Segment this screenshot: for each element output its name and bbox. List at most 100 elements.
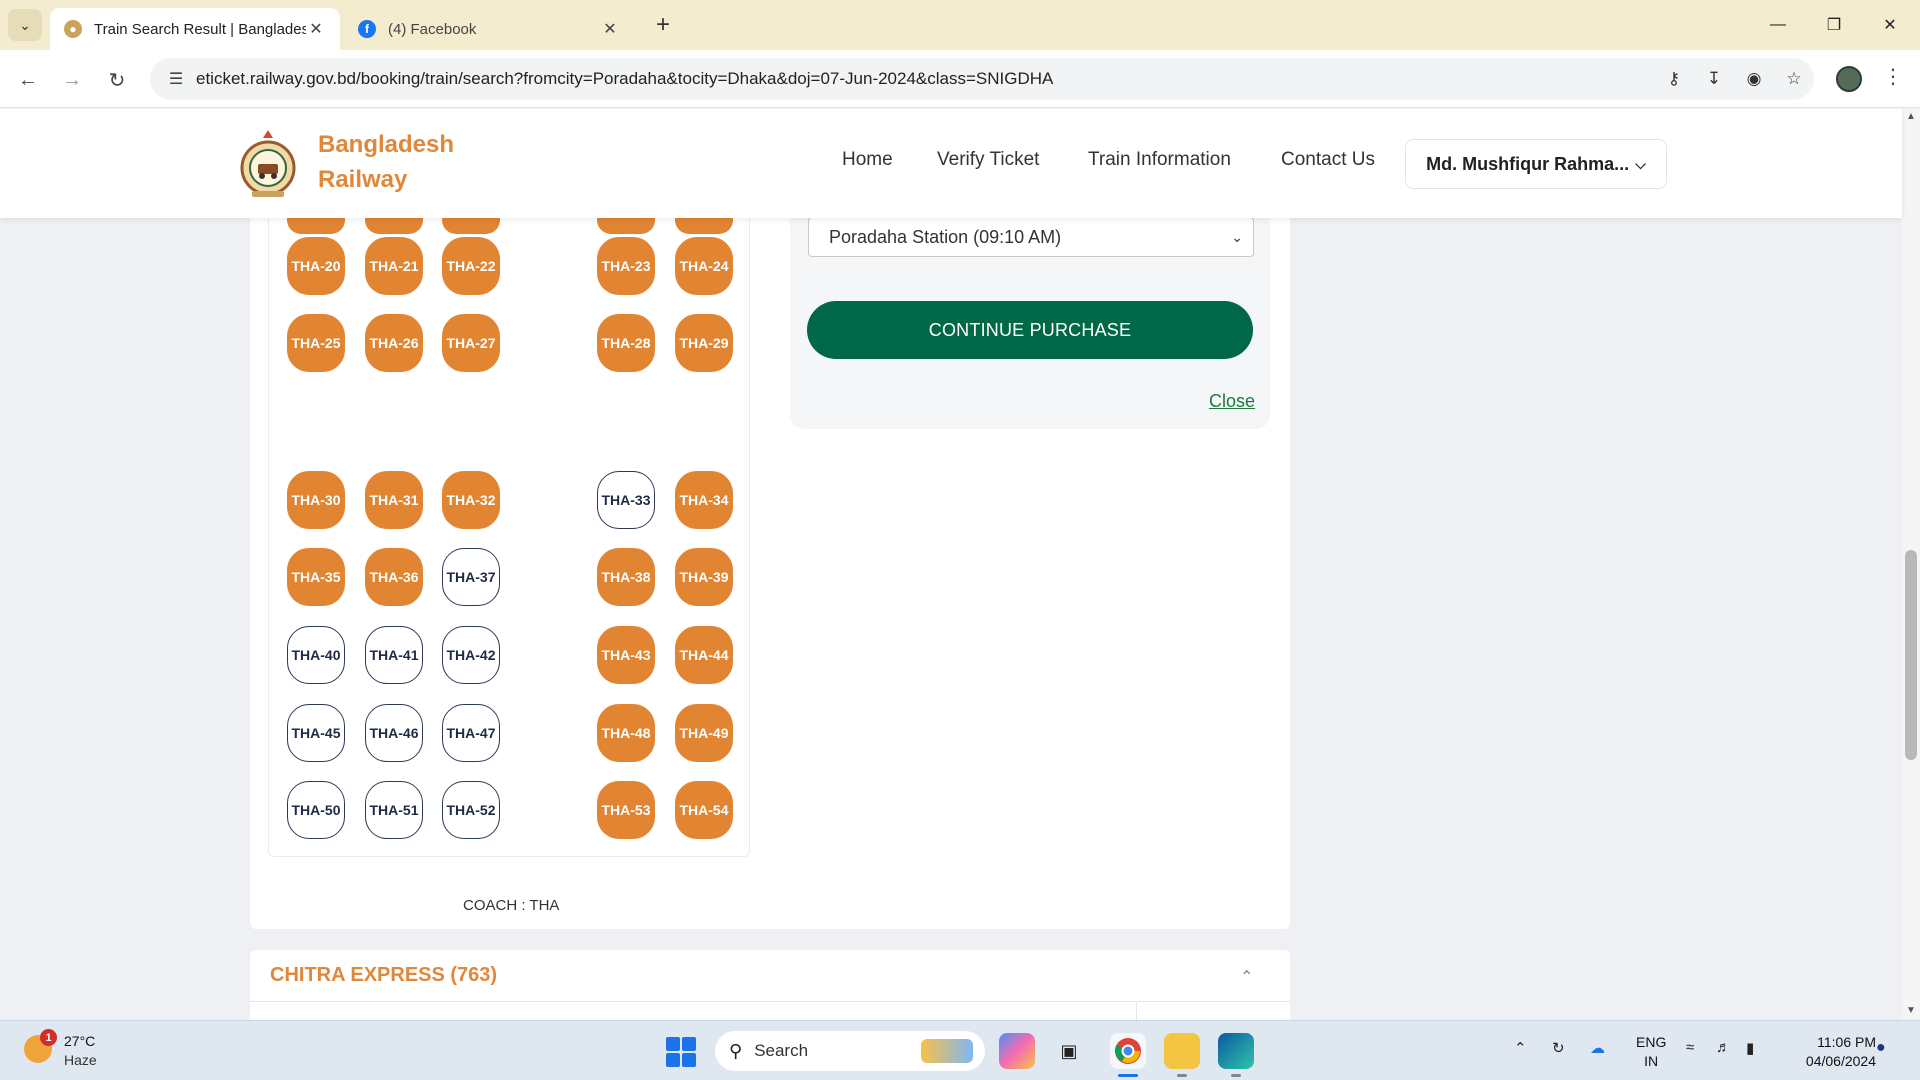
taskbar-search-label: Search <box>754 1041 809 1060</box>
install-app-icon[interactable]: ↧ <box>1694 63 1734 95</box>
chrome-logo <box>1115 1038 1141 1064</box>
windows-taskbar: 1 27°C Haze ⚲ Search ▣ ⌃ ↻ ☁ ENG IN ≈ ♬ … <box>0 1020 1920 1080</box>
back-icon[interactable]: ← <box>12 64 44 96</box>
seat-tha-48: THA-48 <box>597 704 655 762</box>
seat-tha-50[interactable]: THA-50 <box>287 781 345 839</box>
seat-tha-47[interactable]: THA-47 <box>442 704 500 762</box>
seat-tha-45[interactable]: THA-45 <box>287 704 345 762</box>
seat-tha-22: THA-22 <box>442 237 500 295</box>
windows-start-icon[interactable] <box>666 1037 696 1067</box>
seat-partial <box>442 218 500 234</box>
seat-tha-42[interactable]: THA-42 <box>442 626 500 684</box>
seat-tha-54: THA-54 <box>675 781 733 839</box>
seat-tha-25: THA-25 <box>287 314 345 372</box>
user-menu-button[interactable]: Md. Mushfiqur Rahma... ⌵ <box>1405 139 1667 189</box>
tab-facebook[interactable]: f (4) Facebook ✕ <box>344 8 634 50</box>
site-header: Bangladesh Railway Home Verify Ticket Tr… <box>0 109 1902 218</box>
seat-partial <box>365 218 423 234</box>
language-code: ENG <box>1636 1034 1667 1050</box>
seat-tha-46[interactable]: THA-46 <box>365 704 423 762</box>
notification-bell-icon[interactable]: ● <box>1876 1039 1886 1057</box>
seat-tha-40[interactable]: THA-40 <box>287 626 345 684</box>
seat-tha-35: THA-35 <box>287 548 345 606</box>
seat-partial <box>287 218 345 234</box>
seat-partial <box>597 218 655 234</box>
boarding-station-select[interactable]: Poradaha Station (09:10 AM) ⌄ <box>808 217 1254 257</box>
clock-time: 11:06 PM <box>1817 1034 1876 1050</box>
seat-tha-39: THA-39 <box>675 548 733 606</box>
weather-temperature[interactable]: 27°C <box>64 1033 95 1049</box>
copilot-icon[interactable] <box>999 1033 1035 1069</box>
reload-icon[interactable]: ↻ <box>101 64 133 96</box>
scroll-up-arrow-icon[interactable]: ▲ <box>1906 111 1916 122</box>
scrollbar-thumb[interactable] <box>1905 550 1917 760</box>
coach-label: COACH : THA <box>463 897 560 914</box>
chevron-down-icon: ⌄ <box>1231 228 1243 245</box>
bookmark-star-icon[interactable]: ☆ <box>1774 63 1814 95</box>
minimize-icon[interactable]: — <box>1750 0 1806 50</box>
weather-condition[interactable]: Haze <box>64 1052 97 1068</box>
close-tab-icon[interactable]: ✕ <box>306 19 326 39</box>
password-key-icon[interactable]: ⚷ <box>1654 63 1694 95</box>
seat-tha-31: THA-31 <box>365 471 423 529</box>
seat-partial <box>675 218 733 234</box>
task-view-icon[interactable]: ▣ <box>1051 1033 1087 1069</box>
seat-tha-24: THA-24 <box>675 237 733 295</box>
tab-search-chevron-icon[interactable]: ⌄ <box>8 9 42 41</box>
nav-contact-us[interactable]: Contact Us <box>1281 149 1375 171</box>
continue-purchase-button[interactable]: CONTINUE PURCHASE <box>807 301 1253 359</box>
nav-verify-ticket[interactable]: Verify Ticket <box>937 149 1039 171</box>
chevron-up-icon[interactable]: ⌃ <box>1240 967 1253 987</box>
seat-tha-51[interactable]: THA-51 <box>365 781 423 839</box>
weather-badge: 1 <box>40 1029 57 1046</box>
seat-tha-23: THA-23 <box>597 237 655 295</box>
user-name: Md. Mushfiqur Rahma... <box>1426 153 1630 174</box>
edge-icon[interactable] <box>1218 1033 1254 1069</box>
chrome-icon[interactable] <box>1110 1033 1146 1069</box>
tracking-eye-off-icon[interactable]: ◉ <box>1734 63 1774 95</box>
chevron-down-icon: ⌵ <box>1635 155 1646 172</box>
url-text[interactable]: eticket.railway.gov.bd/booking/train/sea… <box>196 69 1654 89</box>
tab-train-search[interactable]: ● Train Search Result | Bangladesh ✕ <box>50 8 340 50</box>
show-hidden-icons-chevron-icon[interactable]: ⌃ <box>1514 1039 1527 1057</box>
wifi-icon[interactable]: ≈ <box>1686 1039 1694 1056</box>
file-explorer-icon[interactable] <box>1164 1033 1200 1069</box>
brand-name[interactable]: Bangladesh Railway <box>318 127 454 197</box>
browser-tab-strip: ⌄ ● Train Search Result | Bangladesh ✕ f… <box>0 0 1920 50</box>
seat-tha-49: THA-49 <box>675 704 733 762</box>
browser-toolbar: ← → ↻ ☰ eticket.railway.gov.bd/booking/t… <box>0 50 1920 108</box>
volume-icon[interactable]: ♬ <box>1716 1039 1731 1056</box>
restore-icon[interactable]: ❐ <box>1806 0 1862 50</box>
nav-train-information[interactable]: Train Information <box>1088 149 1231 171</box>
seat-tha-43: THA-43 <box>597 626 655 684</box>
nav-home[interactable]: Home <box>842 149 893 171</box>
seat-tha-52[interactable]: THA-52 <box>442 781 500 839</box>
input-language[interactable]: ENG IN <box>1636 1033 1666 1071</box>
battery-icon[interactable]: ▮ <box>1746 1039 1754 1057</box>
page-scrollbar[interactable]: ▲ ▼ <box>1902 109 1920 1020</box>
profile-avatar[interactable] <box>1836 66 1862 92</box>
forward-icon[interactable]: → <box>56 64 88 96</box>
train-name[interactable]: CHITRA EXPRESS (763) <box>270 964 497 987</box>
search-highlight-icon <box>921 1039 973 1063</box>
taskbar-search[interactable]: ⚲ Search <box>715 1031 985 1071</box>
address-bar[interactable]: ☰ eticket.railway.gov.bd/booking/train/s… <box>150 58 1814 100</box>
browser-menu-icon[interactable]: ⋮ <box>1880 64 1906 94</box>
page-viewport: COACH : THA Poradaha Station (09:10 AM) … <box>0 109 1920 1020</box>
site-info-icon[interactable]: ☰ <box>156 69 196 89</box>
window-close-icon[interactable]: ✕ <box>1862 0 1918 50</box>
system-clock[interactable]: 11:06 PM 04/06/2024 <box>1784 1033 1876 1071</box>
boarding-station-value: Poradaha Station (09:10 AM) <box>829 226 1062 247</box>
seat-tha-37[interactable]: THA-37 <box>442 548 500 606</box>
close-tab-icon[interactable]: ✕ <box>600 19 620 39</box>
seat-tha-33[interactable]: THA-33 <box>597 471 655 529</box>
scroll-down-arrow-icon[interactable]: ▼ <box>1906 1005 1916 1016</box>
search-icon: ⚲ <box>729 1040 743 1061</box>
onedrive-cloud-icon[interactable]: ☁ <box>1590 1039 1605 1057</box>
running-app-indicator <box>1177 1074 1187 1077</box>
bangladesh-railway-logo <box>240 130 296 197</box>
close-link[interactable]: Close <box>1209 391 1255 412</box>
seat-tha-41[interactable]: THA-41 <box>365 626 423 684</box>
new-tab-button[interactable]: + <box>648 12 678 40</box>
sync-icon[interactable]: ↻ <box>1552 1039 1565 1057</box>
